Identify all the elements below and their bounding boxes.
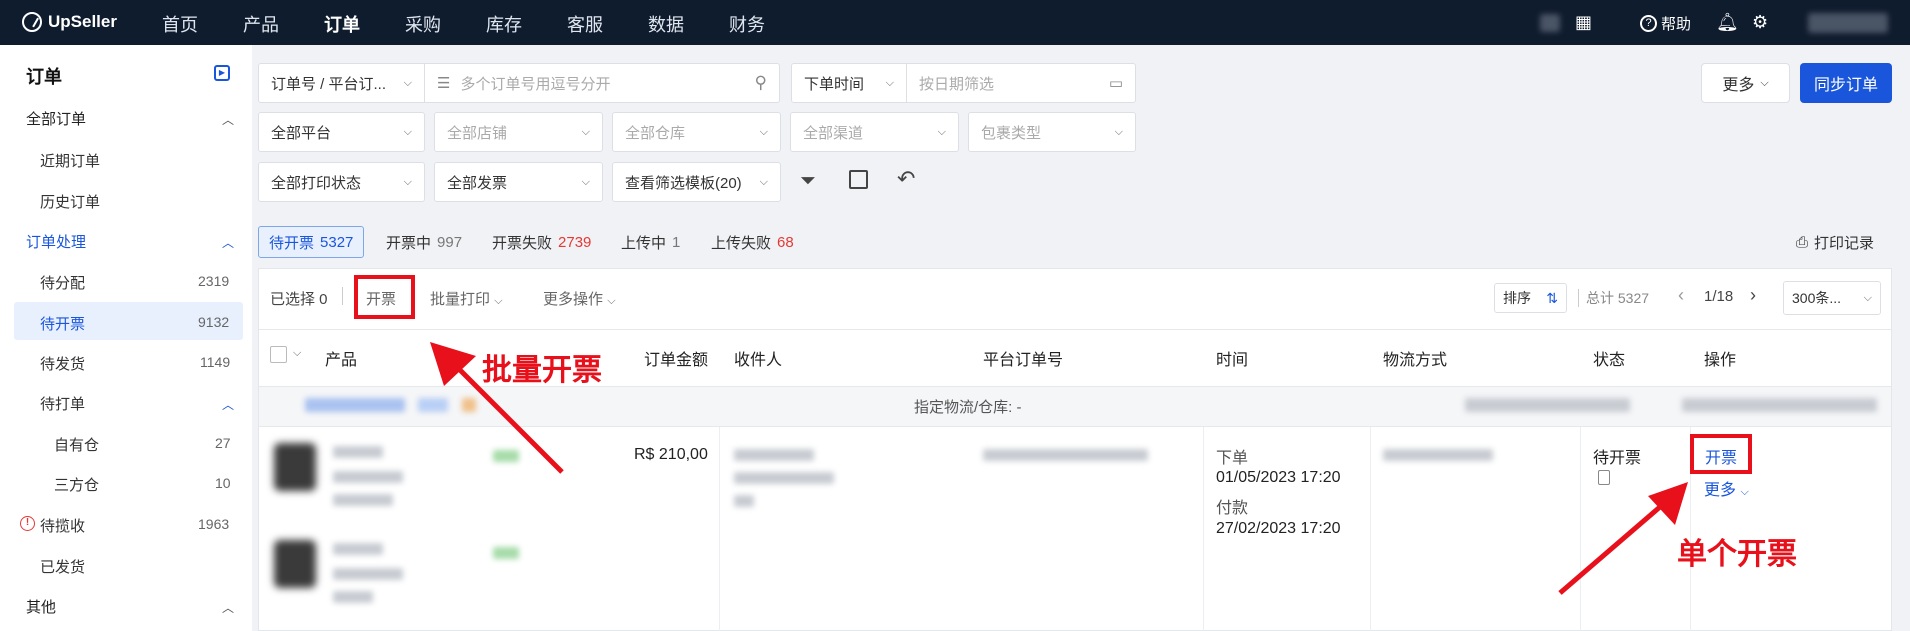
annotation-arrows (430, 342, 1688, 595)
arrow-line (450, 360, 564, 474)
arrow-line (1558, 498, 1670, 595)
arrow-head (1648, 482, 1688, 525)
